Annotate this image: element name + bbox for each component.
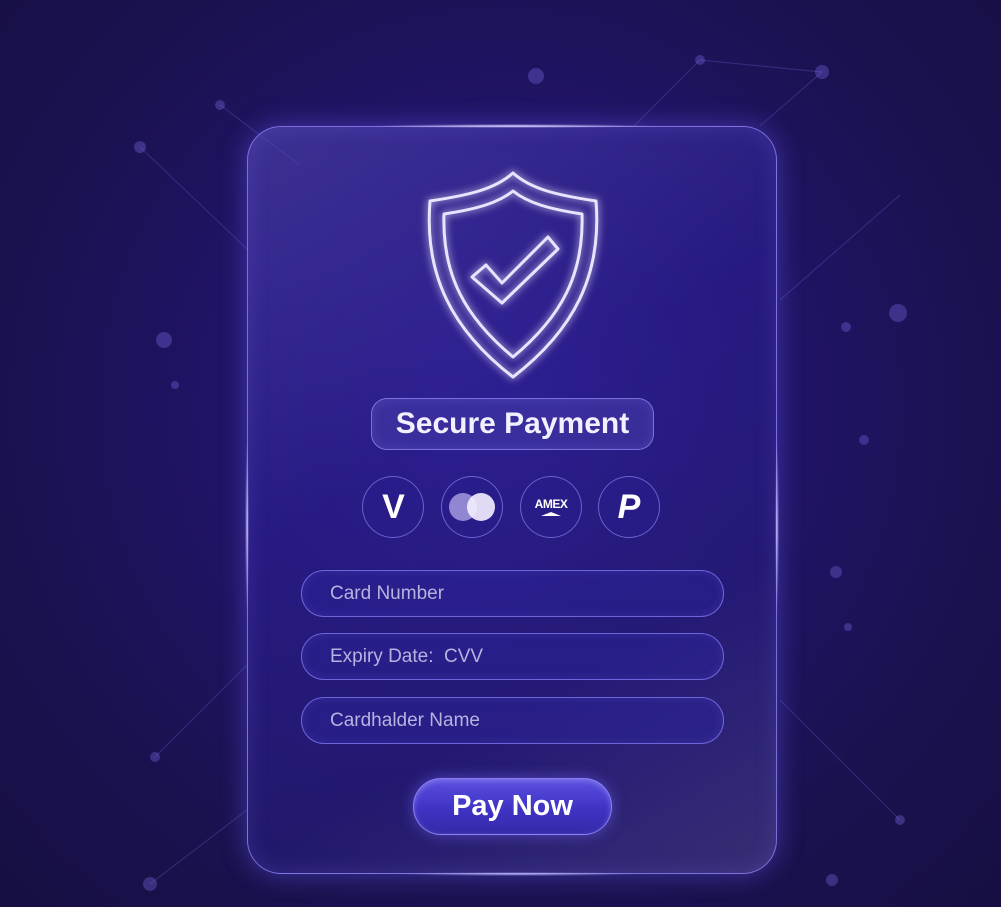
amex-label: AMEX (534, 497, 568, 511)
card-number-placeholder: Card Number (330, 582, 445, 604)
cardholder-name-placeholder: Cardhalder Name (330, 709, 480, 731)
cardholder-name-field[interactable]: Cardhalder Name (301, 697, 724, 744)
paypal-icon: P (617, 487, 641, 526)
payment-method-visa[interactable]: V (362, 476, 424, 538)
card-number-field[interactable]: Card Number (301, 570, 724, 617)
payment-method-mastercard[interactable] (441, 476, 503, 538)
payment-method-paypal[interactable]: P (598, 476, 660, 538)
card-glow-top (368, 124, 658, 128)
card-glow-bottom (398, 872, 638, 876)
pay-now-label: Pay Now (452, 790, 573, 822)
card-glow-left (245, 437, 249, 617)
shield-check-icon (427, 171, 599, 379)
visa-icon: V (382, 487, 405, 526)
pay-now-button[interactable]: Pay Now (413, 778, 612, 835)
payment-method-amex[interactable]: AMEX (520, 476, 582, 538)
amex-icon: AMEX (535, 498, 568, 516)
page-title: Secure Payment (371, 398, 654, 450)
page-title-text: Secure Payment (395, 407, 630, 440)
amex-swoosh-icon (540, 512, 561, 516)
expiry-cvv-placeholder: Expiry Date: CVV (330, 645, 484, 667)
expiry-cvv-field[interactable]: Expiry Date: CVV (301, 633, 724, 680)
card-glow-right (775, 437, 779, 617)
mastercard-circle-right (467, 493, 495, 521)
mastercard-icon (449, 493, 495, 521)
payment-card: Secure Payment V AMEX P Card Number Expi… (245, 124, 779, 876)
